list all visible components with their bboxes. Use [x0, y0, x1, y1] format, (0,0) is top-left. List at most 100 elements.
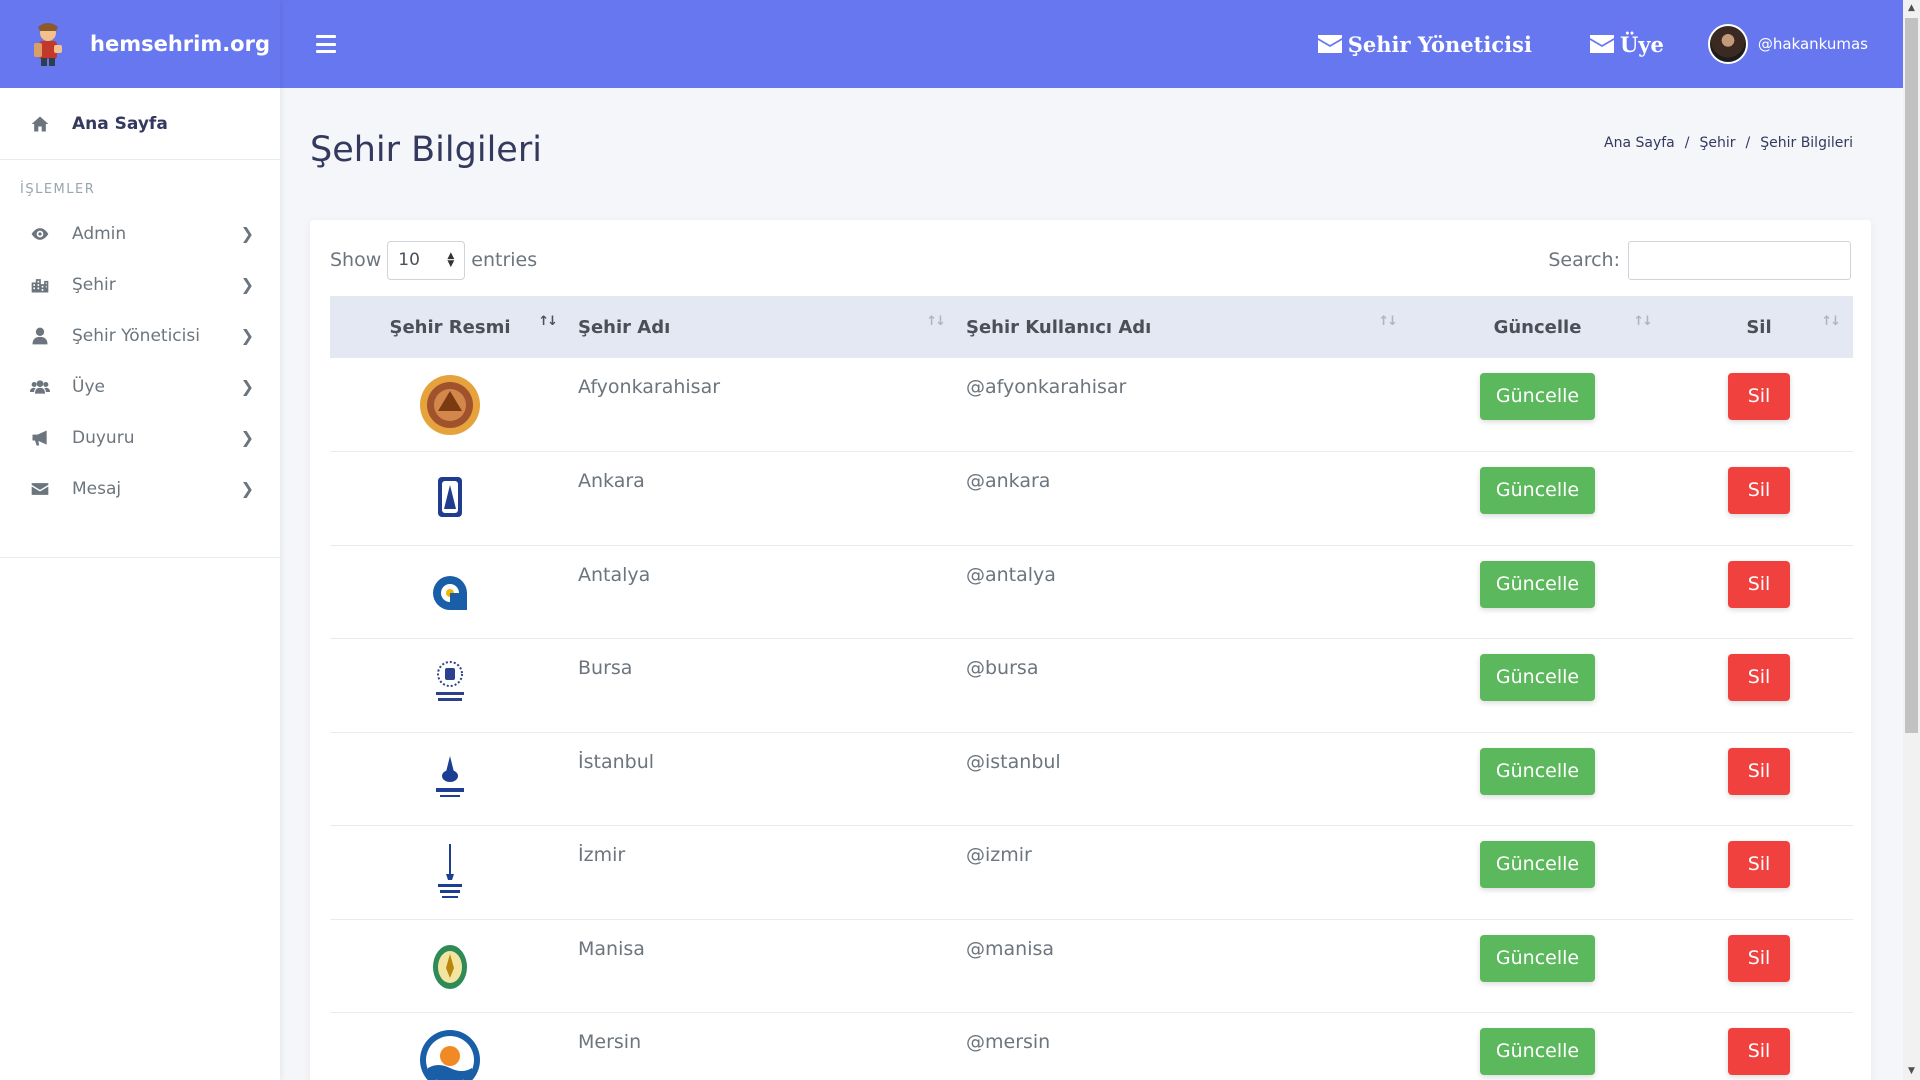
- city-logo-image: [417, 653, 483, 719]
- column-header-sehir-adi[interactable]: Şehir Adı ↑↓: [570, 296, 958, 358]
- city-name: Ankara: [578, 470, 645, 492]
- sidebar-item-label: Admin: [72, 223, 127, 244]
- menu-toggle-icon[interactable]: [316, 35, 336, 53]
- update-button[interactable]: Güncelle: [1479, 841, 1596, 888]
- entries-label: entries: [471, 249, 538, 271]
- breadcrumb-item-home[interactable]: Ana Sayfa: [1604, 135, 1675, 151]
- logo-cell: [330, 732, 570, 826]
- city-icon: [30, 275, 50, 295]
- sort-icon: ↑↓: [1633, 314, 1653, 329]
- city-name: Mersin: [578, 1031, 642, 1053]
- sidebar-item-home[interactable]: Ana Sayfa: [0, 88, 280, 160]
- table-row: Manisa @manisa Güncelle Sil: [330, 919, 1853, 1013]
- update-button[interactable]: Güncelle: [1479, 747, 1596, 795]
- table-row: İzmir @izmir Güncelle Sil: [330, 826, 1853, 919]
- column-header-kullanici-adi[interactable]: Şehir Kullanıcı Adı ↑↓: [958, 296, 1410, 358]
- city-logo-image: [417, 1027, 483, 1080]
- page-scrollbar[interactable]: ▲ ▼: [1903, 0, 1920, 1080]
- table-row: Bursa @bursa Güncelle Sil: [330, 639, 1853, 732]
- topbar-link-sehir-yoneticisi[interactable]: Şehir Yöneticisi: [1317, 31, 1532, 57]
- column-header-guncelle[interactable]: Güncelle ↑↓: [1410, 296, 1665, 358]
- entries-select[interactable]: 10 ▲ ▼: [387, 240, 466, 280]
- sort-icon: ↑↓: [1378, 314, 1398, 329]
- sidebar-item-mesaj[interactable]: Mesaj ❯: [0, 463, 280, 514]
- topbar-link-uye[interactable]: Üye: [1589, 32, 1664, 57]
- column-header-sil[interactable]: Sil ↑↓: [1665, 296, 1853, 358]
- envelope-icon: [1317, 35, 1342, 53]
- city-logo-image: [417, 560, 483, 626]
- column-header-sehir-resmi[interactable]: Şehir Resmi ↑↓: [330, 296, 570, 358]
- topbar-link-label: Şehir Yöneticisi: [1347, 31, 1532, 57]
- sidebar: hemsehrim.org Ana Sayfa İŞLEMLER Admin ❯…: [0, 0, 280, 1080]
- city-logo-image: [417, 840, 483, 906]
- update-button[interactable]: Güncelle: [1479, 934, 1596, 982]
- column-header-label: Sil: [1746, 316, 1772, 338]
- users-icon: [30, 377, 50, 397]
- city-name: Afyonkarahisar: [578, 376, 721, 398]
- delete-button[interactable]: Sil: [1727, 373, 1791, 420]
- scrollbar-thumb[interactable]: [1905, 18, 1918, 733]
- update-button[interactable]: Güncelle: [1479, 373, 1596, 420]
- delete-button[interactable]: Sil: [1727, 654, 1791, 701]
- city-table: Şehir Resmi ↑↓ Şehir Adı ↑↓ Şehir Kullanıc…: [330, 296, 1853, 1080]
- city-name: İzmir: [578, 844, 626, 866]
- sidebar-item-uye[interactable]: Üye ❯: [0, 361, 280, 412]
- sidebar-item-duyuru[interactable]: Duyuru ❯: [0, 412, 280, 463]
- chevron-right-icon: ❯: [240, 224, 254, 243]
- city-name: Bursa: [578, 657, 633, 679]
- search-input[interactable]: [1628, 240, 1851, 280]
- eye-icon: [30, 224, 50, 244]
- chevron-right-icon: ❯: [240, 479, 254, 498]
- table-header-row: Şehir Resmi ↑↓ Şehir Adı ↑↓ Şehir Kullanıc…: [330, 296, 1853, 358]
- user-menu[interactable]: @hakankumas: [1707, 24, 1868, 64]
- delete-button[interactable]: Sil: [1727, 747, 1791, 795]
- table-controls: Show 10 ▲ ▼ entries Search:: [330, 240, 1851, 280]
- envelope-icon: [1589, 35, 1614, 53]
- chevron-right-icon: ❯: [240, 428, 254, 447]
- brand[interactable]: hemsehrim.org: [0, 0, 280, 88]
- city-username: @antalya: [966, 563, 1056, 586]
- logo-cell: [330, 919, 570, 1013]
- update-button[interactable]: Güncelle: [1479, 654, 1596, 701]
- sidebar-item-sehir[interactable]: Şehir ❯: [0, 259, 280, 310]
- delete-button[interactable]: Sil: [1727, 1028, 1791, 1075]
- logo-cell: [330, 1013, 570, 1080]
- bullhorn-icon: [30, 428, 50, 448]
- sidebar-divider: [0, 557, 280, 558]
- topbar-right: Şehir Yöneticisi Üye @hakankumas: [1260, 24, 1868, 64]
- sidebar-item-sehir-yoneticisi[interactable]: Şehir Yöneticisi ❯: [0, 310, 280, 361]
- update-button[interactable]: Güncelle: [1479, 560, 1596, 608]
- sidebar-item-label: Şehir Yöneticisi: [72, 325, 200, 346]
- sidebar-item-admin[interactable]: Admin ❯: [0, 208, 280, 259]
- username: @hakankumas: [1757, 35, 1868, 53]
- delete-button[interactable]: Sil: [1727, 560, 1791, 608]
- city-username: @afyonkarahisar: [966, 376, 1127, 398]
- sidebar-section-header: İŞLEMLER: [20, 182, 96, 197]
- delete-button[interactable]: Sil: [1727, 841, 1791, 888]
- scroll-up-icon[interactable]: ▲: [1903, 0, 1920, 17]
- logo-cell: [330, 452, 570, 546]
- sort-icon: ↑↓: [926, 314, 946, 329]
- scroll-down-icon[interactable]: ▼: [1903, 1063, 1920, 1080]
- update-button[interactable]: Güncelle: [1479, 1028, 1596, 1075]
- column-header-label: Şehir Resmi: [389, 316, 511, 338]
- delete-button[interactable]: Sil: [1727, 467, 1791, 514]
- sidebar-item-label: Üye: [72, 376, 105, 397]
- city-username: @izmir: [966, 844, 1032, 866]
- column-header-label: Şehir Adı: [578, 316, 671, 338]
- sidebar-item-label: Şehir: [72, 274, 116, 295]
- update-button[interactable]: Güncelle: [1479, 467, 1596, 514]
- city-logo-image: [417, 934, 483, 1000]
- breadcrumb-separator: /: [1745, 135, 1751, 151]
- city-name: İstanbul: [578, 750, 655, 773]
- breadcrumb-item-sehir[interactable]: Şehir: [1699, 135, 1735, 151]
- table-row: Afyonkarahisar @afyonkarahisar Güncelle …: [330, 358, 1853, 452]
- delete-button[interactable]: Sil: [1727, 934, 1791, 982]
- sidebar-item-label: Mesaj: [72, 478, 122, 499]
- topbar: Şehir Yöneticisi Üye @hakankumas: [280, 0, 1903, 88]
- logo-cell: [330, 358, 570, 452]
- city-logo-image: [417, 372, 483, 438]
- city-logo-image: [417, 466, 483, 532]
- avatar: [1707, 24, 1748, 64]
- show-label: Show: [330, 249, 382, 271]
